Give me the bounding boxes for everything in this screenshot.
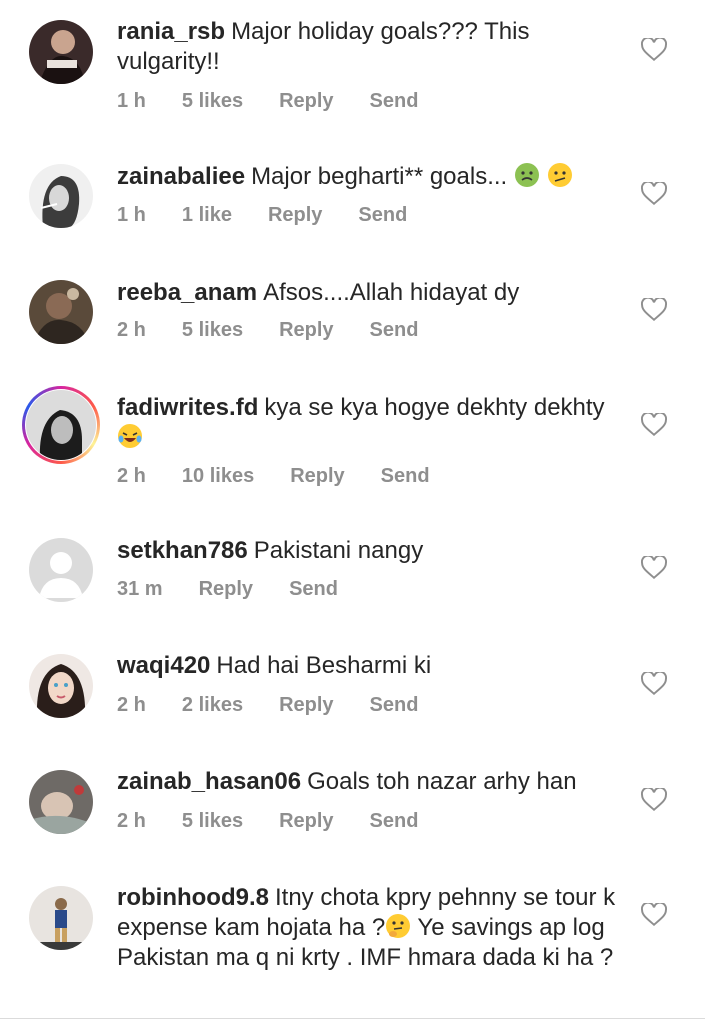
send-button[interactable]: Send xyxy=(370,90,419,113)
laughing-tears-emoji-icon xyxy=(118,424,142,448)
reply-button[interactable]: Reply xyxy=(279,810,333,833)
heart-outline-icon[interactable] xyxy=(641,903,667,927)
thinking-face-emoji-icon xyxy=(386,914,411,938)
comment-text: fadiwrites.fd kya se kya hogye dekhty dek… xyxy=(117,393,622,453)
heart-outline-icon[interactable] xyxy=(641,556,667,580)
avatar[interactable] xyxy=(29,280,93,344)
comment-text: zainabaliee Major begharti** goals... xyxy=(117,162,622,192)
reply-button[interactable]: Reply xyxy=(199,578,253,601)
username[interactable]: rania_rsb xyxy=(117,18,225,45)
divider xyxy=(0,1018,705,1019)
likes-count[interactable]: 5 likes xyxy=(182,319,243,342)
confused-face-emoji-icon xyxy=(547,163,572,187)
default-avatar-icon[interactable] xyxy=(29,538,93,602)
send-button[interactable]: Send xyxy=(358,204,407,227)
username[interactable]: zainabaliee xyxy=(117,163,245,190)
username[interactable]: robinhood9.8 xyxy=(117,884,269,911)
likes-count[interactable]: 1 like xyxy=(182,204,232,227)
username[interactable]: reeba_anam xyxy=(117,279,257,306)
avatar[interactable] xyxy=(26,390,96,460)
heart-outline-icon[interactable] xyxy=(641,298,667,322)
username[interactable]: setkhan786 xyxy=(117,537,248,564)
timestamp: 1 h xyxy=(117,204,146,226)
comment-text: reeba_anam Afsos....Allah hidayat dy xyxy=(117,279,520,306)
comment-meta: 2 h 5 likes Reply Send xyxy=(117,319,454,342)
heart-outline-icon[interactable] xyxy=(641,788,667,812)
likes-count[interactable]: 5 likes xyxy=(182,90,243,113)
username[interactable]: zainab_hasan06 xyxy=(117,768,301,795)
username[interactable]: fadiwrites.fd xyxy=(117,394,258,421)
heart-outline-icon[interactable] xyxy=(641,413,667,437)
send-button[interactable]: Send xyxy=(381,465,430,488)
timestamp: 2 h xyxy=(117,319,146,341)
timestamp: 31 m xyxy=(117,578,163,600)
comment-meta: 31 m Reply Send xyxy=(117,578,374,601)
likes-count[interactable]: 10 likes xyxy=(182,465,254,488)
username[interactable]: waqi420 xyxy=(117,652,210,679)
comment-text: robinhood9.8 Itny chota kpry pehnny se to… xyxy=(117,884,616,971)
heart-outline-icon[interactable] xyxy=(641,182,667,206)
comment-text: rania_rsb Major holiday goals??? This vul… xyxy=(117,18,530,75)
reply-button[interactable]: Reply xyxy=(290,465,344,488)
nauseated-face-emoji-icon xyxy=(514,163,539,187)
send-button[interactable]: Send xyxy=(289,578,338,601)
comment-text: setkhan786 Pakistani nangy xyxy=(117,537,424,564)
avatar[interactable] xyxy=(29,886,93,950)
timestamp: 2 h xyxy=(117,810,146,832)
avatar[interactable] xyxy=(29,164,93,228)
reply-button[interactable]: Reply xyxy=(268,204,322,227)
heart-outline-icon[interactable] xyxy=(641,38,667,62)
comment-meta: 1 h 1 like Reply Send xyxy=(117,204,443,227)
send-button[interactable]: Send xyxy=(370,694,419,717)
reply-button[interactable]: Reply xyxy=(279,90,333,113)
likes-count[interactable]: 2 likes xyxy=(182,694,243,717)
timestamp: 1 h xyxy=(117,90,146,112)
story-ring[interactable] xyxy=(22,386,100,464)
avatar[interactable] xyxy=(29,770,93,834)
comment-meta: 2 h 5 likes Reply Send xyxy=(117,810,454,833)
heart-outline-icon[interactable] xyxy=(641,672,667,696)
send-button[interactable]: Send xyxy=(370,810,419,833)
avatar[interactable] xyxy=(29,20,93,84)
likes-count[interactable]: 5 likes xyxy=(182,810,243,833)
comment-meta: 1 h 5 likes Reply Send xyxy=(117,90,454,113)
avatar[interactable] xyxy=(29,654,93,718)
timestamp: 2 h xyxy=(117,694,146,716)
timestamp: 2 h xyxy=(117,465,146,487)
comment-meta: 2 h 10 likes Reply Send xyxy=(117,465,466,488)
comment-meta: 2 h 2 likes Reply Send xyxy=(117,694,454,717)
reply-button[interactable]: Reply xyxy=(279,319,333,342)
comment-text: waqi420 Had hai Besharmi ki xyxy=(117,652,432,679)
reply-button[interactable]: Reply xyxy=(279,694,333,717)
comment-text: zainab_hasan06 Goals toh nazar arhy han xyxy=(117,768,577,795)
send-button[interactable]: Send xyxy=(370,319,419,342)
